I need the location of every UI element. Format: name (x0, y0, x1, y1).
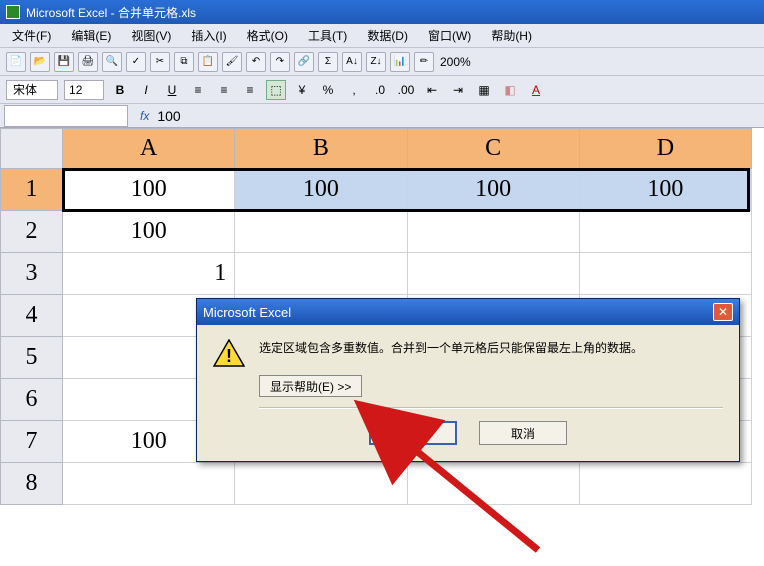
font-size-box[interactable]: 12 (64, 80, 104, 100)
cell-a2[interactable]: 100 (63, 211, 235, 253)
cell-b8[interactable] (235, 463, 407, 505)
formatting-toolbar: 宋体 12 B I U ≡ ≡ ≡ ⬚ ¥ % , .0 .00 ⇤ ⇥ ▦ ◧… (0, 76, 764, 104)
zoom-box[interactable]: 200% (440, 55, 471, 69)
menu-window[interactable]: 窗口(W) (422, 25, 477, 46)
currency-icon[interactable]: ¥ (292, 80, 312, 100)
name-box[interactable] (4, 105, 128, 127)
col-header-c[interactable]: C (407, 129, 579, 169)
ok-button[interactable]: 确定 (369, 421, 457, 445)
cell-d1[interactable]: 100 (579, 169, 751, 211)
close-icon[interactable]: ✕ (713, 303, 733, 321)
menu-tools[interactable]: 工具(T) (302, 25, 353, 46)
formula-bar: fx 100 (0, 104, 764, 128)
sort-desc-icon[interactable]: Z↓ (366, 52, 386, 72)
col-header-a[interactable]: A (63, 129, 235, 169)
row-header-6[interactable]: 6 (1, 379, 63, 421)
preview-icon[interactable]: 🔍 (102, 52, 122, 72)
cell-a3[interactable]: 1 (63, 253, 235, 295)
sort-asc-icon[interactable]: A↓ (342, 52, 362, 72)
warning-icon: ! (213, 339, 245, 367)
menu-help[interactable]: 帮助(H) (485, 25, 538, 46)
standard-toolbar: 📄 📂 💾 🖨 🔍 ✓ ✂ ⧉ 📋 🖌 ↶ ↷ 🔗 Σ A↓ Z↓ 📊 ✏ 20… (0, 48, 764, 76)
menu-edit[interactable]: 编辑(E) (65, 25, 117, 46)
cell-b2[interactable] (235, 211, 407, 253)
chart-icon[interactable]: 📊 (390, 52, 410, 72)
cell-d8[interactable] (579, 463, 751, 505)
hyperlink-icon[interactable]: 🔗 (294, 52, 314, 72)
increase-indent-icon[interactable]: ⇥ (448, 80, 468, 100)
menu-data[interactable]: 数据(D) (361, 25, 414, 46)
window-titlebar: Microsoft Excel - 合并单元格.xls (0, 0, 764, 24)
window-title: Microsoft Excel - 合并单元格.xls (26, 4, 196, 21)
dialog-message: 选定区域包含多重数值。合并到一个单元格后只能保留最左上角的数据。 (259, 339, 643, 357)
col-header-b[interactable]: B (235, 129, 407, 169)
formula-input[interactable]: 100 (157, 108, 180, 124)
menu-view[interactable]: 视图(V) (125, 25, 177, 46)
save-icon[interactable]: 💾 (54, 52, 74, 72)
merge-center-button[interactable]: ⬚ (266, 80, 286, 100)
menu-insert[interactable]: 插入(I) (185, 25, 232, 46)
row-header-7[interactable]: 7 (1, 421, 63, 463)
cell-b1[interactable]: 100 (235, 169, 407, 211)
cell-d2[interactable] (579, 211, 751, 253)
cancel-button[interactable]: 取消 (479, 421, 567, 445)
print-icon[interactable]: 🖨 (78, 52, 98, 72)
dialog-titlebar[interactable]: Microsoft Excel ✕ (197, 299, 739, 325)
row-header-1[interactable]: 1 (1, 169, 63, 211)
align-left-icon[interactable]: ≡ (188, 80, 208, 100)
row-header-4[interactable]: 4 (1, 295, 63, 337)
open-icon[interactable]: 📂 (30, 52, 50, 72)
menu-file[interactable]: 文件(F) (6, 25, 57, 46)
paste-icon[interactable]: 📋 (198, 52, 218, 72)
decrease-indent-icon[interactable]: ⇤ (422, 80, 442, 100)
new-icon[interactable]: 📄 (6, 52, 26, 72)
font-color-icon[interactable]: A (526, 80, 546, 100)
row-header-8[interactable]: 8 (1, 463, 63, 505)
underline-button[interactable]: U (162, 80, 182, 100)
increase-decimal-icon[interactable]: .0 (370, 80, 390, 100)
app-icon (6, 5, 20, 19)
align-right-icon[interactable]: ≡ (240, 80, 260, 100)
bold-button[interactable]: B (110, 80, 130, 100)
fill-color-icon[interactable]: ◧ (500, 80, 520, 100)
row-header-3[interactable]: 3 (1, 253, 63, 295)
cell-c3[interactable] (407, 253, 579, 295)
format-painter-icon[interactable]: 🖌 (222, 52, 242, 72)
row-header-2[interactable]: 2 (1, 211, 63, 253)
cut-icon[interactable]: ✂ (150, 52, 170, 72)
decrease-decimal-icon[interactable]: .00 (396, 80, 416, 100)
svg-text:!: ! (226, 346, 232, 366)
align-center-icon[interactable]: ≡ (214, 80, 234, 100)
cell-c8[interactable] (407, 463, 579, 505)
cell-a1[interactable]: 100 (63, 169, 235, 211)
cell-c2[interactable] (407, 211, 579, 253)
col-header-d[interactable]: D (579, 129, 751, 169)
cell-d3[interactable] (579, 253, 751, 295)
spell-icon[interactable]: ✓ (126, 52, 146, 72)
merge-warning-dialog: Microsoft Excel ✕ ! 选定区域包含多重数值。合并到一个单元格后… (196, 298, 740, 462)
divider (259, 407, 723, 409)
menu-bar: 文件(F) 编辑(E) 视图(V) 插入(I) 格式(O) 工具(T) 数据(D… (0, 24, 764, 48)
drawing-icon[interactable]: ✏ (414, 52, 434, 72)
autosum-icon[interactable]: Σ (318, 52, 338, 72)
comma-icon[interactable]: , (344, 80, 364, 100)
percent-icon[interactable]: % (318, 80, 338, 100)
select-all-corner[interactable] (1, 129, 63, 169)
menu-format[interactable]: 格式(O) (241, 25, 294, 46)
cell-c1[interactable]: 100 (407, 169, 579, 211)
redo-icon[interactable]: ↷ (270, 52, 290, 72)
cell-a8[interactable] (63, 463, 235, 505)
cell-b3[interactable] (235, 253, 407, 295)
dialog-title: Microsoft Excel (203, 305, 291, 320)
row-header-5[interactable]: 5 (1, 337, 63, 379)
undo-icon[interactable]: ↶ (246, 52, 266, 72)
show-help-button[interactable]: 显示帮助(E) >> (259, 375, 362, 397)
font-name-box[interactable]: 宋体 (6, 80, 58, 100)
borders-icon[interactable]: ▦ (474, 80, 494, 100)
italic-button[interactable]: I (136, 80, 156, 100)
dialog-body: ! 选定区域包含多重数值。合并到一个单元格后只能保留最左上角的数据。 显示帮助(… (197, 325, 739, 461)
fx-icon[interactable]: fx (132, 109, 157, 123)
copy-icon[interactable]: ⧉ (174, 52, 194, 72)
